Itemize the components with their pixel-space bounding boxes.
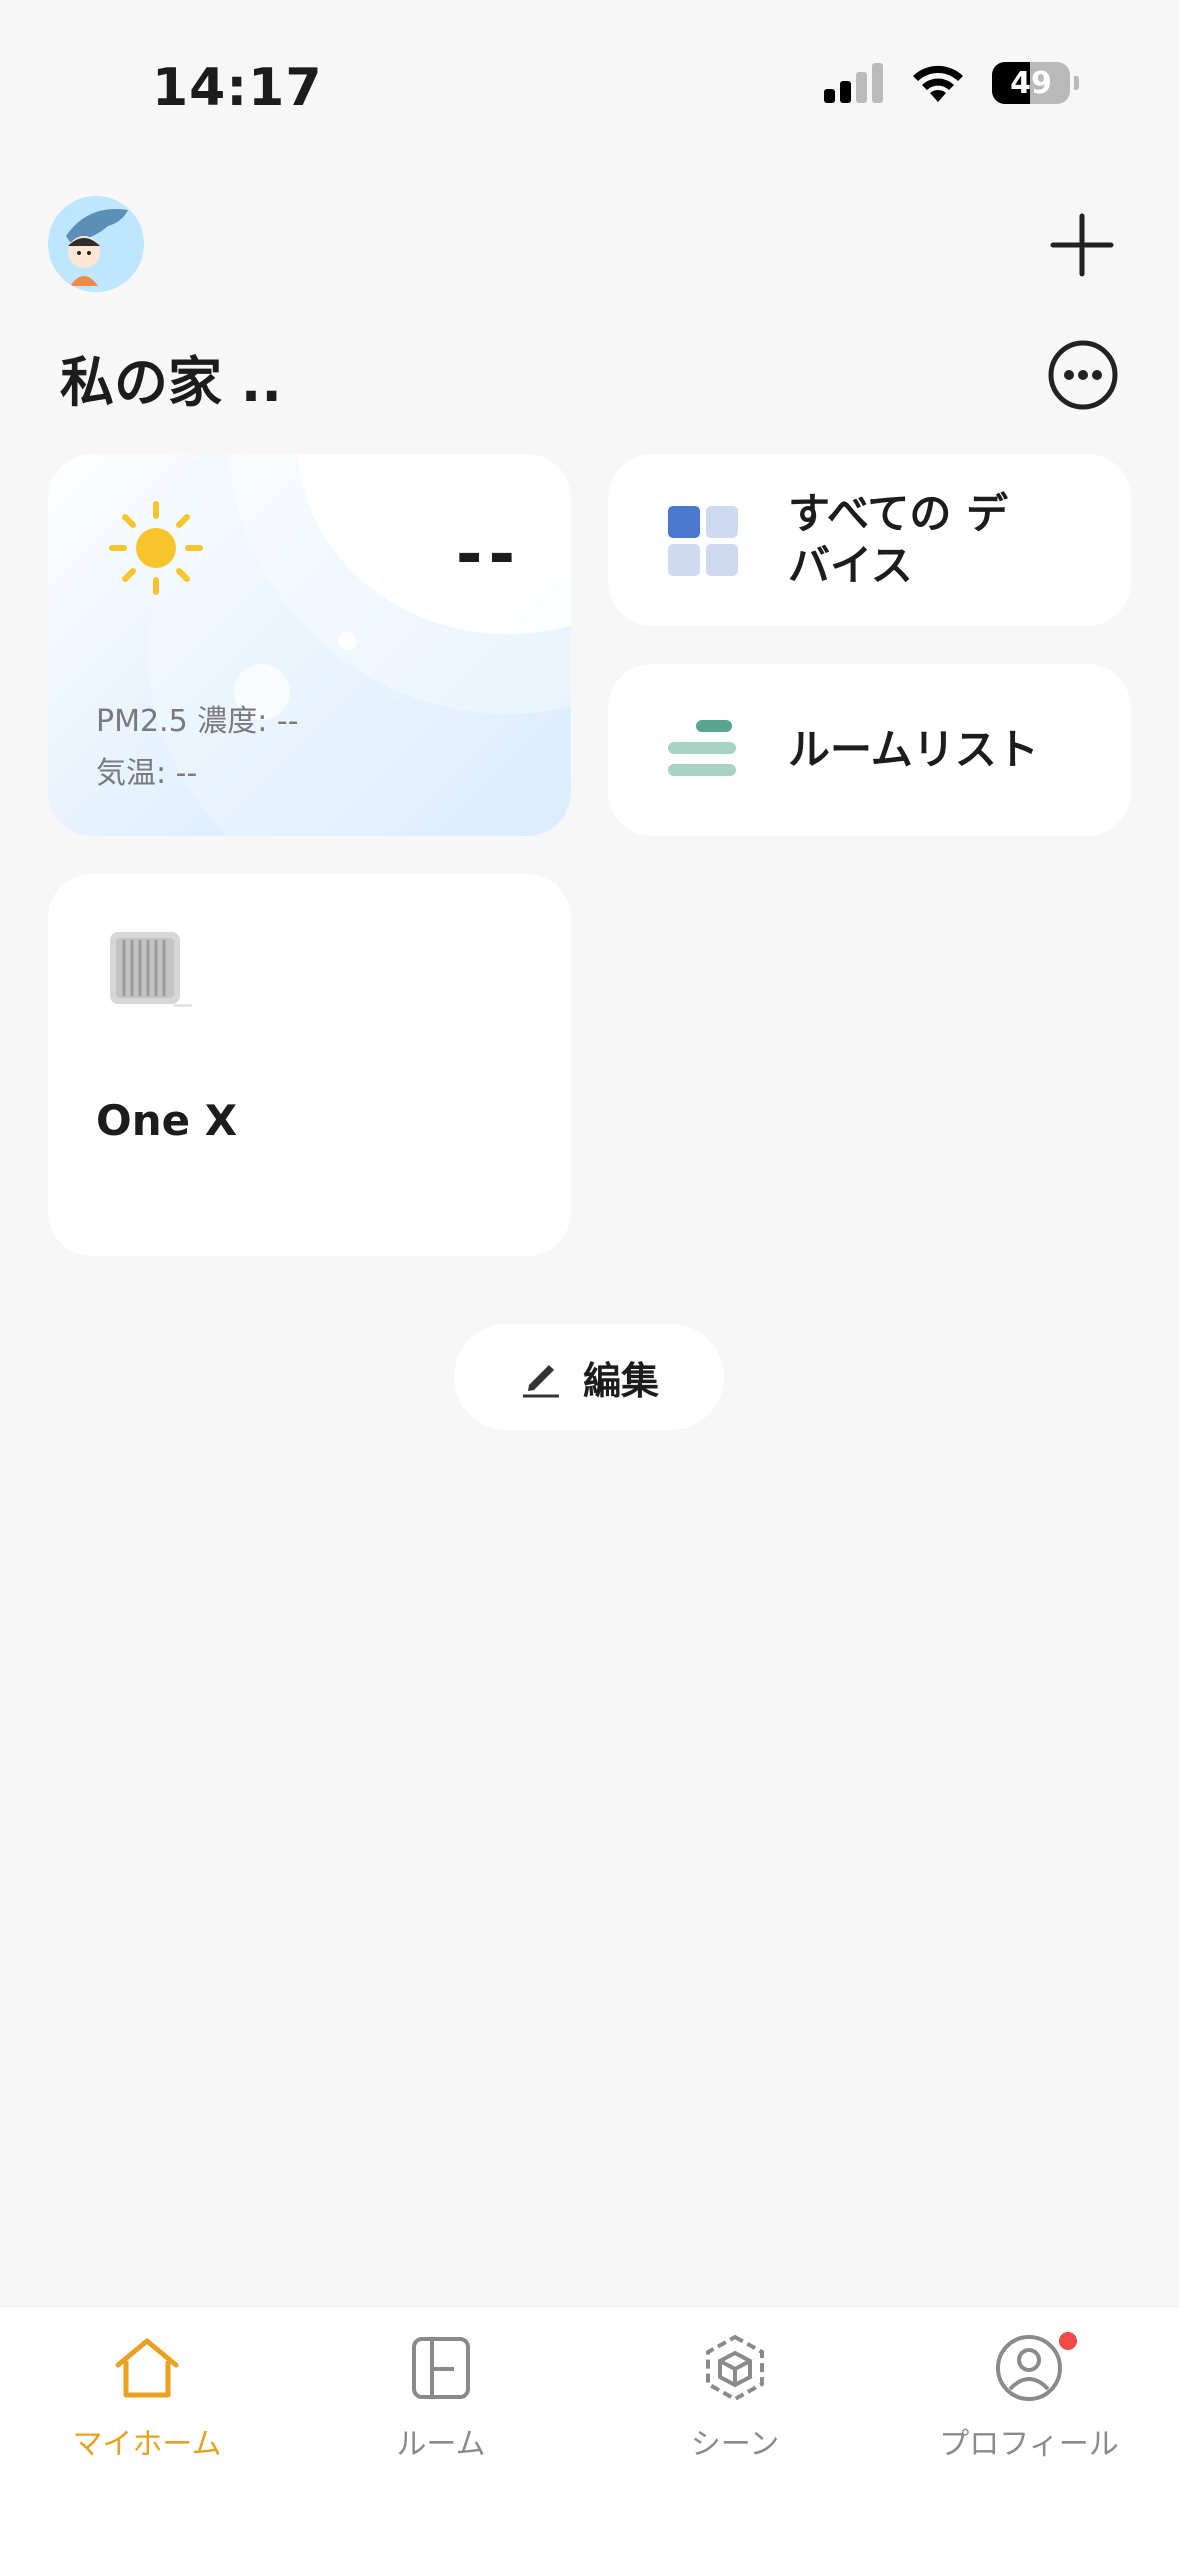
all-devices-card[interactable]: すべての デバイス bbox=[608, 454, 1131, 626]
home-title[interactable]: 私の家 .. bbox=[60, 338, 282, 417]
nav-room[interactable]: ルーム bbox=[294, 2307, 588, 2507]
cellular-signal-icon bbox=[824, 63, 883, 103]
edit-label: 編集 bbox=[582, 1358, 659, 1403]
sun-icon bbox=[109, 501, 203, 595]
pm25-reading: PM2.5 濃度: -- bbox=[96, 704, 299, 739]
nav-room-label: ルーム bbox=[396, 2427, 486, 2462]
grid-icon bbox=[668, 506, 738, 576]
nav-profile-label: プロフィール bbox=[939, 2427, 1119, 2462]
avatar[interactable] bbox=[48, 196, 144, 292]
battery-level: 49 bbox=[1010, 65, 1052, 101]
edit-button[interactable]: 編集 bbox=[454, 1324, 724, 1430]
all-devices-label: すべての デバイス bbox=[788, 489, 1009, 590]
room-list-label: ルームリスト bbox=[788, 725, 1039, 774]
add-button[interactable] bbox=[1045, 208, 1119, 282]
home-icon bbox=[115, 2338, 179, 2398]
air-purifier-icon bbox=[110, 932, 192, 1007]
nav-profile[interactable]: プロフィール bbox=[882, 2307, 1176, 2507]
temperature-reading: 気温: -- bbox=[96, 756, 198, 791]
notification-badge bbox=[1056, 2329, 1080, 2353]
battery-indicator: 49 bbox=[992, 62, 1070, 104]
profile-icon bbox=[996, 2335, 1062, 2401]
nav-my-home[interactable]: マイホーム bbox=[0, 2307, 294, 2507]
nav-scene-label: シーン bbox=[690, 2427, 780, 2462]
bottom-nav: マイホーム ルーム シーン プロフィール bbox=[0, 2306, 1179, 2556]
nav-my-home-label: マイホーム bbox=[72, 2427, 222, 2462]
room-icon bbox=[412, 2337, 470, 2399]
status-time: 14:17 bbox=[152, 58, 323, 118]
pencil-icon bbox=[522, 1365, 559, 1398]
room-list-card[interactable]: ルームリスト bbox=[608, 664, 1131, 836]
scene-cube-icon bbox=[706, 2334, 764, 2402]
weather-card[interactable]: -- PM2.5 濃度: -- 気温: -- bbox=[48, 454, 571, 836]
wifi-icon bbox=[913, 65, 963, 102]
device-name: One X bbox=[96, 1096, 238, 1145]
nav-scene[interactable]: シーン bbox=[588, 2307, 882, 2507]
temperature-value: -- bbox=[455, 518, 521, 592]
room-list-icon bbox=[668, 720, 736, 776]
more-options-icon[interactable] bbox=[1046, 338, 1120, 412]
device-card[interactable]: One X bbox=[48, 874, 571, 1256]
avatar-image-icon bbox=[48, 196, 144, 292]
status-indicators: 49 bbox=[824, 62, 1079, 104]
